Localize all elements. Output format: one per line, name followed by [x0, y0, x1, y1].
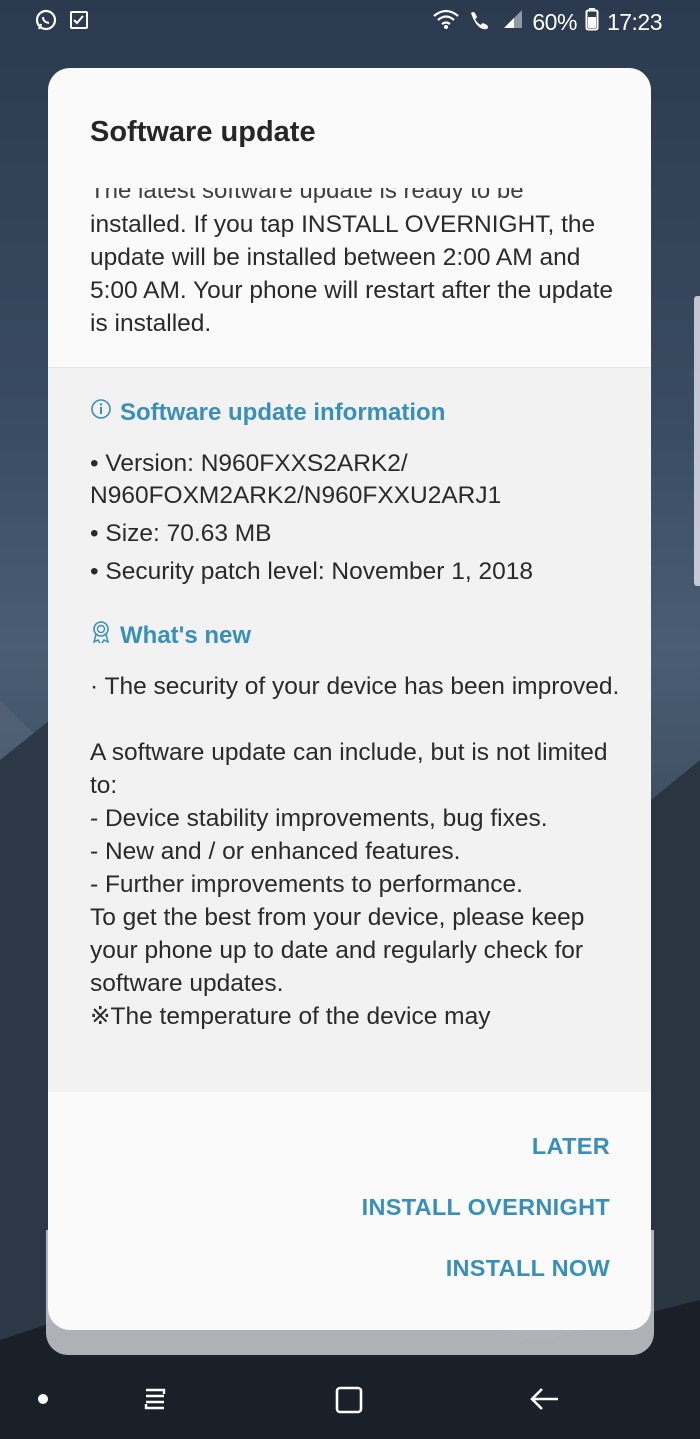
dialog-title: Software update — [90, 116, 316, 148]
nav-dot-icon[interactable] — [38, 1394, 48, 1404]
info-list: • Version: N960FXXS2ARK2/ N960FOXM2ARK2/… — [90, 448, 630, 594]
version-line: • Version: N960FXXS2ARK2/ N960FOXM2ARK2/… — [90, 450, 502, 509]
whats-new-heading: What's new — [90, 620, 251, 651]
install-now-button[interactable]: INSTALL NOW — [362, 1255, 610, 1282]
info-icon — [90, 398, 112, 427]
dialog-buttons: LATER INSTALL OVERNIGHT INSTALL NOW — [362, 1133, 610, 1282]
recents-icon[interactable] — [140, 1384, 170, 1419]
status-bar-left — [34, 8, 90, 37]
security-patch-line: • Security patch level: November 1, 2018 — [90, 558, 533, 585]
home-icon[interactable] — [333, 1384, 365, 1421]
wifi-icon — [432, 8, 460, 36]
size-line: • Size: 70.63 MB — [90, 520, 272, 547]
info-section-heading: Software update information — [90, 398, 445, 427]
wifi-calling-icon — [468, 8, 494, 36]
signal-icon — [502, 8, 524, 36]
checkbox-notification-icon — [68, 9, 90, 36]
intro-text: installed. If you tap INSTALL OVERNIGHT,… — [90, 211, 614, 337]
back-icon[interactable] — [528, 1384, 562, 1419]
intro-cut-line: The latest software update is ready to b… — [90, 188, 524, 204]
clock: 17:23 — [606, 8, 663, 35]
whats-new-body: · The security of your device has been i… — [90, 673, 620, 1030]
install-overnight-button[interactable]: INSTALL OVERNIGHT — [362, 1194, 610, 1221]
software-update-dialog: Software update The latest software upda… — [48, 68, 651, 1330]
whatsapp-icon — [34, 8, 58, 37]
later-button[interactable]: LATER — [362, 1133, 610, 1160]
status-bar-right: 60% 17:23 — [432, 7, 663, 37]
edge-panel-handle[interactable] — [694, 296, 700, 586]
status-bar: 60% 17:23 — [0, 0, 700, 44]
battery-icon — [585, 7, 599, 37]
whats-new-title: What's new — [120, 621, 252, 649]
badge-icon — [90, 620, 112, 651]
navigation-bar — [0, 1356, 700, 1439]
info-section-title: Software update information — [120, 398, 446, 426]
intro-text-clip: The latest software update is ready to b… — [48, 188, 651, 368]
battery-percent: 60% — [532, 8, 577, 35]
update-details-panel[interactable]: Software update information • Version: N… — [48, 368, 651, 1092]
